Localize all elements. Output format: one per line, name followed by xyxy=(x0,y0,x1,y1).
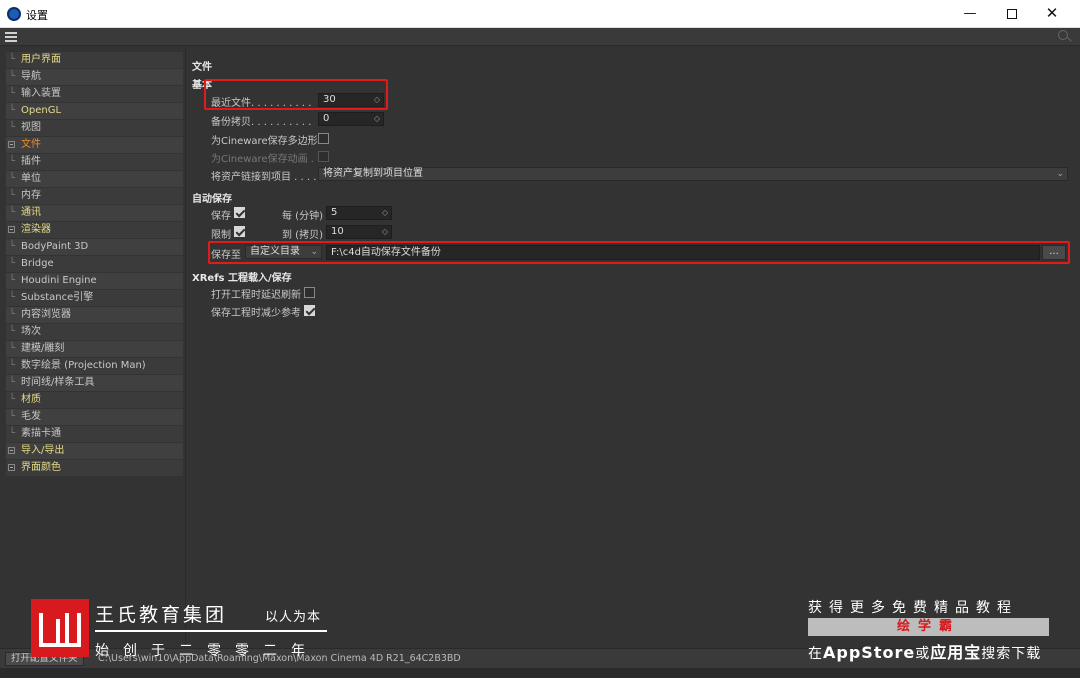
sidebar-item-memory[interactable]: └ 内存 xyxy=(6,188,183,204)
cineware-poly-label: 为Cineware保存多边形 xyxy=(211,136,318,147)
reduce-refs-checkbox[interactable] xyxy=(304,305,315,316)
backup-copies-label: 备份拷贝. . . . . . . . . . xyxy=(211,117,312,128)
autosave-save-checkbox[interactable] xyxy=(234,207,245,218)
link-assets-label: 将资产链接到项目 . . . . xyxy=(211,172,317,183)
bottom-strip xyxy=(0,668,1080,678)
sidebar-item-bridge[interactable]: └ Bridge xyxy=(6,256,183,272)
chevron-down-icon: ⌄ xyxy=(310,247,318,257)
sidebar-item-projection-man[interactable]: └ 数字绘景 (Projection Man) xyxy=(6,358,183,374)
cineware-poly-checkbox[interactable] xyxy=(318,133,329,144)
sidebar-item-sketch-toon[interactable]: └ 素描卡通 xyxy=(6,426,183,442)
every-minutes-label: 每 (分钟) xyxy=(282,211,323,222)
sidebar-item-timeline[interactable]: └ 时间线/样条工具 xyxy=(6,375,183,391)
watermark-right: 获得更多免费精品教程 绘学霸 在AppStore或应用宝搜索下载 xyxy=(808,597,1053,662)
autosave-save-label: 保存 xyxy=(211,211,231,222)
sidebar-item-import-export[interactable]: 导入/导出 xyxy=(6,443,183,459)
menu-strip xyxy=(0,28,1080,46)
spinner-icon[interactable]: ◇ xyxy=(374,94,380,106)
sidebar-item-user-interface[interactable]: └ 用户界面 xyxy=(6,52,183,68)
sidebar-item-communication[interactable]: └ 通讯 xyxy=(6,205,183,221)
spinner-icon[interactable]: ◇ xyxy=(382,207,388,219)
watermark-brand: 绘学霸 xyxy=(808,618,1049,636)
sidebar-item-bodypaint[interactable]: └ BodyPaint 3D xyxy=(6,239,183,255)
window-title: 设置 xyxy=(26,9,48,22)
xrefs-heading: XRefs 工程载入/保存 xyxy=(192,273,292,284)
basic-heading: 基本 xyxy=(192,80,212,91)
recent-files-field[interactable]: 30 ◇ xyxy=(318,93,384,107)
autosave-heading: 自动保存 xyxy=(192,194,232,205)
to-copies-field[interactable]: 10 ◇ xyxy=(326,225,392,239)
cinema4d-app-icon xyxy=(7,7,21,21)
watermark-left: 王氏教育集团 以人为本 始创于二零零二年 xyxy=(31,599,331,661)
save-to-label: 保存至 xyxy=(211,250,241,261)
title-bar: 设置 — ✕ xyxy=(0,0,1080,28)
sidebar-item-hair[interactable]: └ 毛发 xyxy=(6,409,183,425)
to-copies-label: 到 (拷贝) xyxy=(282,230,323,241)
sidebar-item-viewport[interactable]: └ 视图 xyxy=(6,120,183,136)
close-button[interactable]: ✕ xyxy=(1030,0,1074,28)
browse-button[interactable]: ... xyxy=(1042,245,1066,260)
sidebar-item-units[interactable]: └ 单位 xyxy=(6,171,183,187)
watermark-download-hint: 在AppStore或应用宝搜索下载 xyxy=(808,643,1042,662)
backup-copies-field[interactable]: 0 ◇ xyxy=(318,112,384,126)
watermark-company: 王氏教育集团 xyxy=(95,604,228,626)
delay-refresh-checkbox[interactable] xyxy=(304,287,315,298)
watermark-founded: 始创于二零零二年 xyxy=(95,643,319,659)
watermark-tagline: 获得更多免费精品教程 xyxy=(808,600,1018,616)
expand-icon[interactable] xyxy=(8,141,15,148)
sidebar-item-plugins[interactable]: └ 插件 xyxy=(6,154,183,170)
delay-refresh-label: 打开工程时延迟刷新 xyxy=(211,290,301,301)
watermark-slogan: 以人为本 xyxy=(265,610,322,625)
save-path-field[interactable]: F:\c4d自动保存文件备份 xyxy=(326,245,1040,260)
maximize-icon xyxy=(1007,8,1017,19)
sidebar-item-files[interactable]: 文件 xyxy=(6,137,183,153)
sidebar-item-input-devices[interactable]: └ 输入装置 xyxy=(6,86,183,102)
link-assets-dropdown[interactable]: 将资产复制到项目位置 ⌄ xyxy=(318,167,1068,181)
spinner-icon[interactable]: ◇ xyxy=(382,226,388,238)
expand-icon[interactable] xyxy=(8,447,15,454)
sidebar-item-navigation[interactable]: └ 导航 xyxy=(6,69,183,85)
cineware-anim-checkbox[interactable] xyxy=(318,151,329,162)
company-logo-icon xyxy=(31,599,89,657)
sidebar-item-modeling-sculpting[interactable]: └ 建模/雕刻 xyxy=(6,341,183,357)
sidebar-item-renderer[interactable]: 渲染器 xyxy=(6,222,183,238)
watermark-divider xyxy=(95,630,327,632)
settings-main-panel: 文件 基本 最近文件. . . . . . . . . . 30 ◇ 备份拷贝. … xyxy=(187,47,1080,647)
settings-sidebar: └ 用户界面 └ 导航 └ 输入装置 └ OpenGL └ 视图 文件 └ 插件 └ 单位 └… xyxy=(0,47,186,647)
sidebar-item-materials[interactable]: └ 材质 xyxy=(6,392,183,408)
every-minutes-field[interactable]: 5 ◇ xyxy=(326,206,392,220)
save-to-dropdown[interactable]: 自定义目录 ⌄ xyxy=(245,245,322,259)
autosave-limit-checkbox[interactable] xyxy=(234,226,245,237)
autosave-limit-label: 限制 xyxy=(211,230,231,241)
search-icon[interactable] xyxy=(1058,30,1068,40)
section-title: 文件 xyxy=(192,62,212,73)
expand-icon[interactable] xyxy=(8,226,15,233)
sidebar-item-takes[interactable]: └ 场次 xyxy=(6,324,183,340)
sidebar-item-substance[interactable]: └ Substance引擎 xyxy=(6,290,183,306)
sidebar-item-content-browser[interactable]: └ 内容浏览器 xyxy=(6,307,183,323)
maximize-button[interactable] xyxy=(990,0,1034,28)
minimize-button[interactable]: — xyxy=(948,0,992,28)
sidebar-item-interface-colors[interactable]: 界面颜色 xyxy=(6,460,183,476)
reduce-refs-label: 保存工程时减少参考 xyxy=(211,308,301,319)
hamburger-menu-icon[interactable] xyxy=(5,32,17,42)
spinner-icon[interactable]: ◇ xyxy=(374,113,380,125)
cineware-anim-label: 为Cineware保存动画 . xyxy=(211,154,314,165)
recent-files-label: 最近文件. . . . . . . . . . xyxy=(211,98,312,109)
sidebar-item-opengl[interactable]: └ OpenGL xyxy=(6,103,183,119)
expand-icon[interactable] xyxy=(8,464,15,471)
sidebar-item-houdini-engine[interactable]: └ Houdini Engine xyxy=(6,273,183,289)
chevron-down-icon: ⌄ xyxy=(1056,169,1064,179)
